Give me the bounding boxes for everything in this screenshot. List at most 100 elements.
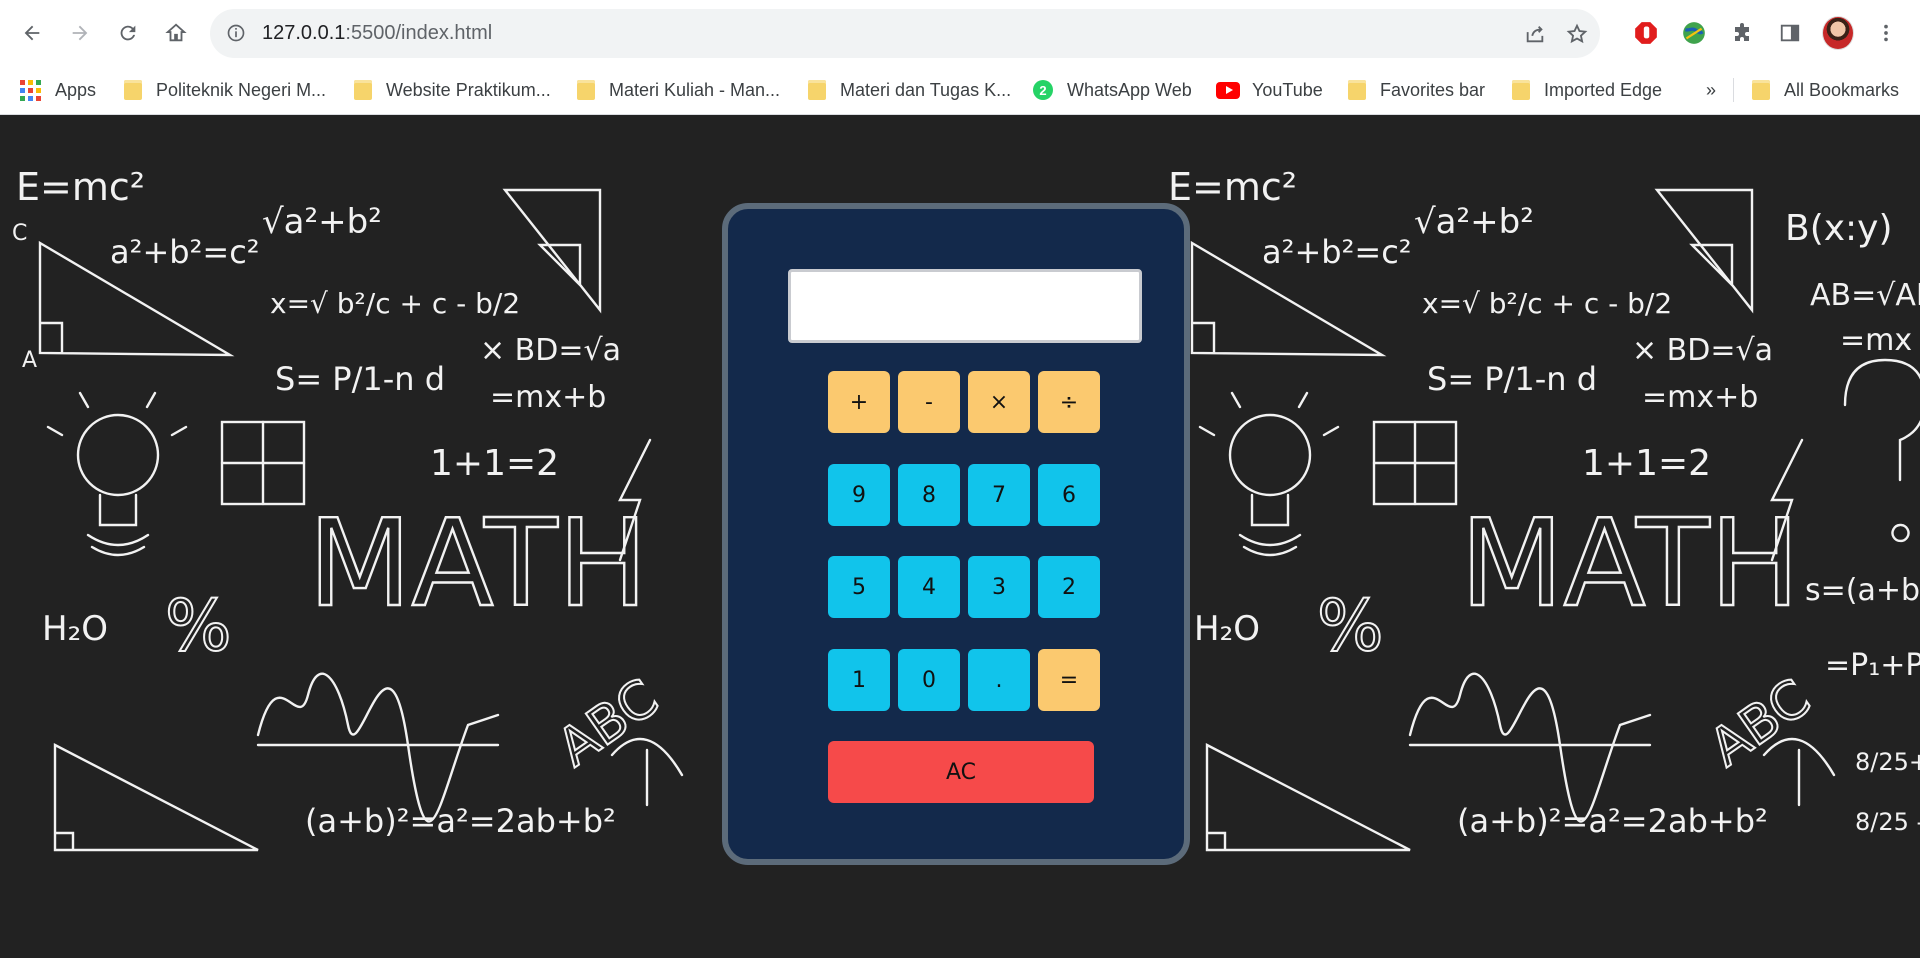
bookmark-apps[interactable]: Apps xyxy=(20,74,96,106)
profile-button[interactable] xyxy=(1822,16,1854,50)
bg-text: H₂O xyxy=(42,609,108,649)
key-7[interactable]: 7 xyxy=(968,464,1030,526)
address-bar[interactable]: 127.0.0.1:5500/index.html xyxy=(210,9,1600,58)
key-5[interactable]: 5 xyxy=(828,556,890,618)
bookmark-all-bookmarks[interactable]: All Bookmarks xyxy=(1752,74,1899,106)
stop-sign-icon xyxy=(1635,22,1657,44)
bookmark-materi-kuliah[interactable]: Materi Kuliah - Man... xyxy=(577,74,780,106)
bg-text: (a+b)²=a²=2ab+b² xyxy=(305,802,616,840)
folder-icon xyxy=(1752,80,1770,100)
forward-button[interactable] xyxy=(64,17,96,49)
folder-icon xyxy=(808,80,826,100)
extension-globe-button[interactable] xyxy=(1678,17,1710,49)
bookmark-star-button[interactable] xyxy=(1564,21,1590,47)
chalkboard-pattern-tile: E=mc² C A a²+b²=c² √a²+b² x=√ b²/c + c -… xyxy=(12,165,684,852)
key-8[interactable]: 8 xyxy=(898,464,960,526)
key-add[interactable]: + xyxy=(828,371,890,433)
bookmark-favorites-bar[interactable]: Favorites bar xyxy=(1348,74,1485,106)
bookmark-label: YouTube xyxy=(1252,79,1323,100)
folder-icon xyxy=(1512,80,1530,100)
key-1[interactable]: 1 xyxy=(828,649,890,711)
arrow-left-icon xyxy=(24,25,40,41)
bookmarks-bar: Apps Politeknik Negeri M... Website Prak… xyxy=(0,66,1920,115)
calculator: + - × ÷ 9 8 7 6 5 4 3 2 1 0 . = AC xyxy=(722,203,1190,865)
bookmark-imported-edge[interactable]: Imported Edge xyxy=(1512,74,1662,106)
key-6[interactable]: 6 xyxy=(1038,464,1100,526)
url-host: 127.0.0.1 xyxy=(262,22,346,44)
more-bookmarks-icon: » xyxy=(1706,79,1717,100)
home-button[interactable] xyxy=(160,17,192,49)
more-bookmarks-button[interactable]: » xyxy=(1706,74,1716,106)
browser-toolbar: 127.0.0.1:5500/index.html xyxy=(0,0,1920,66)
bg-text: =P₁+P₂/2 xyxy=(1825,648,1920,683)
extensions-button[interactable] xyxy=(1726,17,1758,49)
key-divide[interactable]: ÷ xyxy=(1038,371,1100,433)
bookmark-website-praktikum[interactable]: Website Praktikum... xyxy=(354,74,551,106)
bookmark-materi-tugas[interactable]: Materi dan Tugas K... xyxy=(808,74,1011,106)
key-0[interactable]: 0 xyxy=(898,649,960,711)
apps-grid-icon xyxy=(20,79,41,101)
site-info-icon[interactable] xyxy=(226,23,246,43)
calculator-display[interactable] xyxy=(788,269,1142,343)
bg-text: s=(a+b)/2 xyxy=(1805,573,1920,608)
key-2[interactable]: 2 xyxy=(1038,556,1100,618)
bookmark-label: WhatsApp Web xyxy=(1067,79,1192,100)
share-button[interactable] xyxy=(1522,21,1548,47)
bg-text: =mx+b xyxy=(490,380,606,415)
browser-menu-button[interactable] xyxy=(1870,17,1902,49)
folder-icon xyxy=(1348,80,1366,100)
bg-text: % xyxy=(165,585,232,667)
home-icon xyxy=(165,23,187,42)
side-panel-icon xyxy=(1780,24,1800,42)
bookmark-politeknik[interactable]: Politeknik Negeri M... xyxy=(124,74,326,106)
bookmark-whatsapp[interactable]: 2 WhatsApp Web xyxy=(1033,74,1192,106)
kebab-menu-icon xyxy=(1884,24,1888,42)
whatsapp-icon: 2 xyxy=(1033,80,1053,100)
extension-adblock-button[interactable] xyxy=(1630,17,1662,49)
bg-text: 8/25+ xyxy=(1855,748,1920,776)
key-4[interactable]: 4 xyxy=(898,556,960,618)
bookmark-label: Materi Kuliah - Man... xyxy=(609,79,781,100)
share-icon xyxy=(1526,26,1544,43)
bookmark-label: Favorites bar xyxy=(1380,79,1486,100)
key-3[interactable]: 3 xyxy=(968,556,1030,618)
star-icon xyxy=(1566,23,1588,44)
folder-icon xyxy=(577,80,595,100)
browser-chrome: 127.0.0.1:5500/index.html Apps Politekni… xyxy=(0,0,1920,115)
bg-text: S= P/1-n d xyxy=(275,360,445,398)
bg-text: AB=√AB xyxy=(1810,278,1920,313)
arrow-right-icon xyxy=(72,25,88,41)
globe-icon xyxy=(1683,22,1705,44)
folder-icon xyxy=(124,80,142,100)
key-multiply[interactable]: × xyxy=(968,371,1030,433)
bookmark-label: All Bookmarks xyxy=(1784,79,1900,100)
bg-text: a²+b²=c² xyxy=(110,233,260,271)
bg-text: MATH xyxy=(308,495,648,634)
clear-button[interactable]: AC xyxy=(828,741,1094,803)
bookmarks-divider xyxy=(1733,78,1734,102)
bookmark-youtube[interactable]: YouTube xyxy=(1216,74,1323,106)
back-button[interactable] xyxy=(16,17,48,49)
url-path: :5500/index.html xyxy=(345,22,493,44)
bg-text: x=√ b²/c + c - b/2 xyxy=(270,287,520,320)
bookmark-label: Materi dan Tugas K... xyxy=(840,79,1012,100)
bg-text: × BD=√a xyxy=(480,333,621,368)
key-9[interactable]: 9 xyxy=(828,464,890,526)
key-equals[interactable]: = xyxy=(1038,649,1100,711)
side-panel-button[interactable] xyxy=(1774,17,1806,49)
key-decimal[interactable]: . xyxy=(968,649,1030,711)
bg-text: E=mc² xyxy=(16,165,145,209)
reload-button[interactable] xyxy=(112,17,144,49)
page-viewport: E=mc² C A a²+b²=c² √a²+b² x=√ b²/c + c -… xyxy=(0,115,1920,958)
bg-text: =mx xyxy=(1840,323,1912,358)
bg-text: B(x:y) xyxy=(1785,208,1893,249)
key-subtract[interactable]: - xyxy=(898,371,960,433)
bookmark-label: Imported Edge xyxy=(1544,79,1663,100)
url-text[interactable]: 127.0.0.1:5500/index.html xyxy=(262,22,492,45)
bg-text: 8/25 - xyxy=(1855,808,1920,836)
bg-text: √a²+b² xyxy=(262,202,382,242)
bg-text: C xyxy=(12,221,27,246)
bookmark-label: Apps xyxy=(55,79,97,100)
bg-text: 1+1=2 xyxy=(430,443,559,484)
bg-text: ABC xyxy=(547,668,669,778)
